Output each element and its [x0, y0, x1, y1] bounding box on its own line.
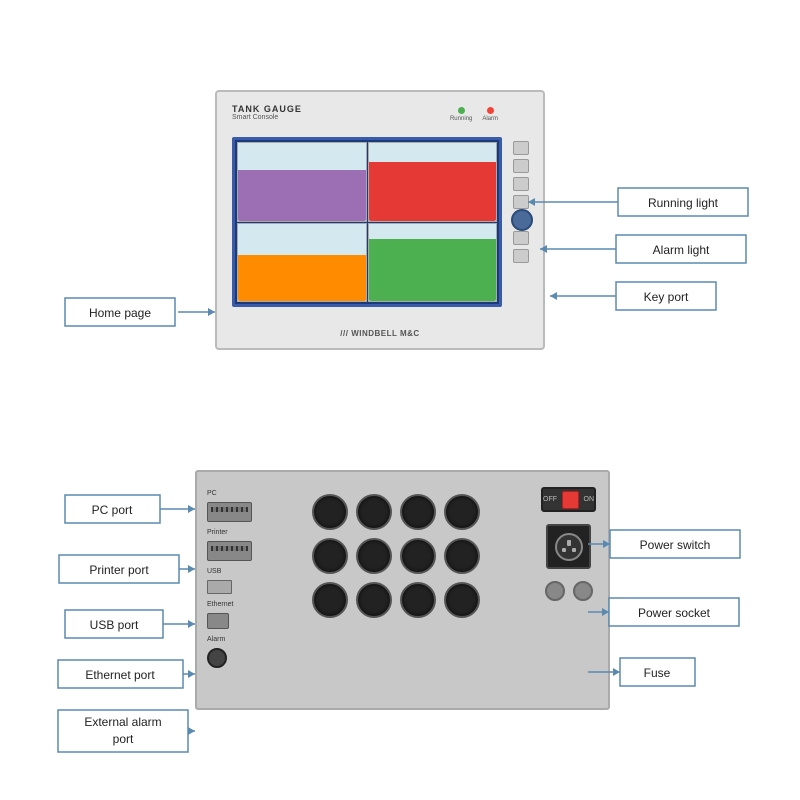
power-socket-text: Power socket — [638, 606, 711, 620]
alarm-port-text-2: port — [113, 732, 134, 746]
usb-port-text: USB port — [90, 618, 139, 632]
pc-port-arrowhead — [188, 505, 195, 513]
diagram-container: TANK GAUGE Smart Console Running Alarm — [0, 0, 800, 800]
alarm-port-text-1: External alarm — [84, 715, 161, 729]
fuse-arrowhead — [613, 668, 620, 676]
bottom-section: PC Printer USB Ethernet Alarm — [0, 440, 800, 800]
printer-port-text: Printer port — [89, 563, 149, 577]
home-page-arrowhead — [208, 308, 215, 316]
power-switch-arrowhead — [603, 540, 610, 548]
top-arrows-svg: Running light Alarm light Key port Home … — [0, 60, 800, 400]
alarm-light-arrowhead — [540, 245, 547, 253]
top-section: TANK GAUGE Smart Console Running Alarm — [0, 60, 800, 400]
printer-port-arrowhead — [188, 565, 195, 573]
running-light-text: Running light — [648, 196, 719, 210]
key-port-text: Key port — [644, 290, 689, 304]
power-socket-arrowhead — [602, 608, 609, 616]
alarm-light-text: Alarm light — [653, 243, 710, 257]
bottom-arrows-svg: PC port Printer port USB port Ethernet p… — [0, 440, 800, 800]
key-port-arrowhead — [550, 292, 557, 300]
ethernet-port-text: Ethernet port — [85, 668, 155, 682]
running-light-arrowhead — [528, 198, 535, 206]
pc-port-text: PC port — [92, 503, 133, 517]
usb-port-arrowhead — [188, 620, 195, 628]
fuse-text: Fuse — [644, 666, 671, 680]
home-page-text: Home page — [89, 306, 151, 320]
ethernet-port-arrowhead — [188, 670, 195, 678]
power-switch-text: Power switch — [640, 538, 711, 552]
alarm-port-arrowhead — [188, 727, 195, 735]
